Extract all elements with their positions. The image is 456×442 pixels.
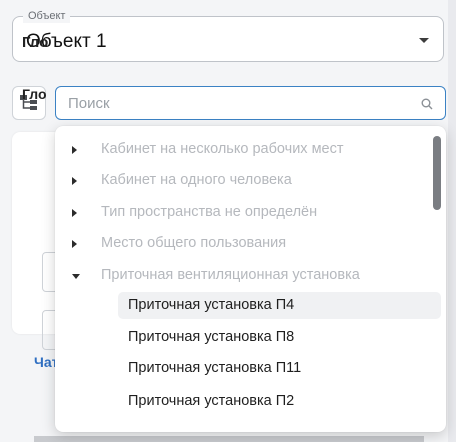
search-icon[interactable] [421, 98, 433, 110]
tree-child-label: Приточная установка П11 [128, 360, 302, 376]
background-card-subtitle: Гло [22, 86, 47, 102]
background-card-title: Гло [22, 34, 49, 51]
chevron-down-icon[interactable] [419, 38, 429, 43]
tree-category-row[interactable]: Кабинет на одного человека [55, 167, 425, 195]
tree-child-label: Приточная установка П2 [128, 393, 295, 409]
tree-child-item[interactable]: Приточная установка П11 [118, 355, 441, 382]
object-select[interactable]: Объект Объект 1 [12, 9, 444, 62]
tree-child-item[interactable]: Приточная установка П4 [118, 292, 441, 319]
tree-category-row[interactable]: Приточная вентиляционная установка [55, 262, 425, 290]
tree-category-label: Приточная вентиляционная установка [101, 267, 360, 283]
search-input[interactable] [68, 93, 398, 113]
tree-child-item[interactable]: Приточная установка П2 [118, 388, 441, 415]
tree-category-label: Кабинет на одного человека [101, 172, 292, 188]
tree-child-label: Приточная установка П4 [128, 297, 295, 313]
tree-child-item[interactable]: Приточная установка П8 [118, 324, 441, 351]
background-bottom-bar [34, 436, 424, 442]
dropdown-scrollbar[interactable] [433, 136, 441, 210]
right-panel-edge [448, 0, 456, 442]
tree-child-label: Приточная установка П8 [128, 329, 295, 345]
tree-category-row[interactable]: Кабинет на несколько рабочих мест [55, 136, 425, 164]
tree-category-label: Тип пространства не определён [101, 204, 318, 220]
tree-category-label: Кабинет на несколько рабочих мест [101, 141, 344, 157]
caret-right-icon[interactable] [72, 146, 77, 154]
object-select-legend: Объект [23, 9, 71, 23]
caret-down-icon[interactable] [72, 274, 80, 279]
caret-right-icon[interactable] [72, 209, 77, 217]
caret-right-icon[interactable] [72, 240, 77, 248]
tree-category-label: Место общего пользования [101, 235, 287, 251]
tree-category-row[interactable]: Место общего пользования [55, 230, 425, 258]
caret-right-icon[interactable] [72, 177, 77, 185]
search-dropdown: Кабинет на несколько рабочих мест Кабине… [55, 126, 446, 432]
tree-category-row[interactable]: Тип пространства не определён [55, 199, 425, 227]
search-field[interactable] [55, 86, 446, 120]
